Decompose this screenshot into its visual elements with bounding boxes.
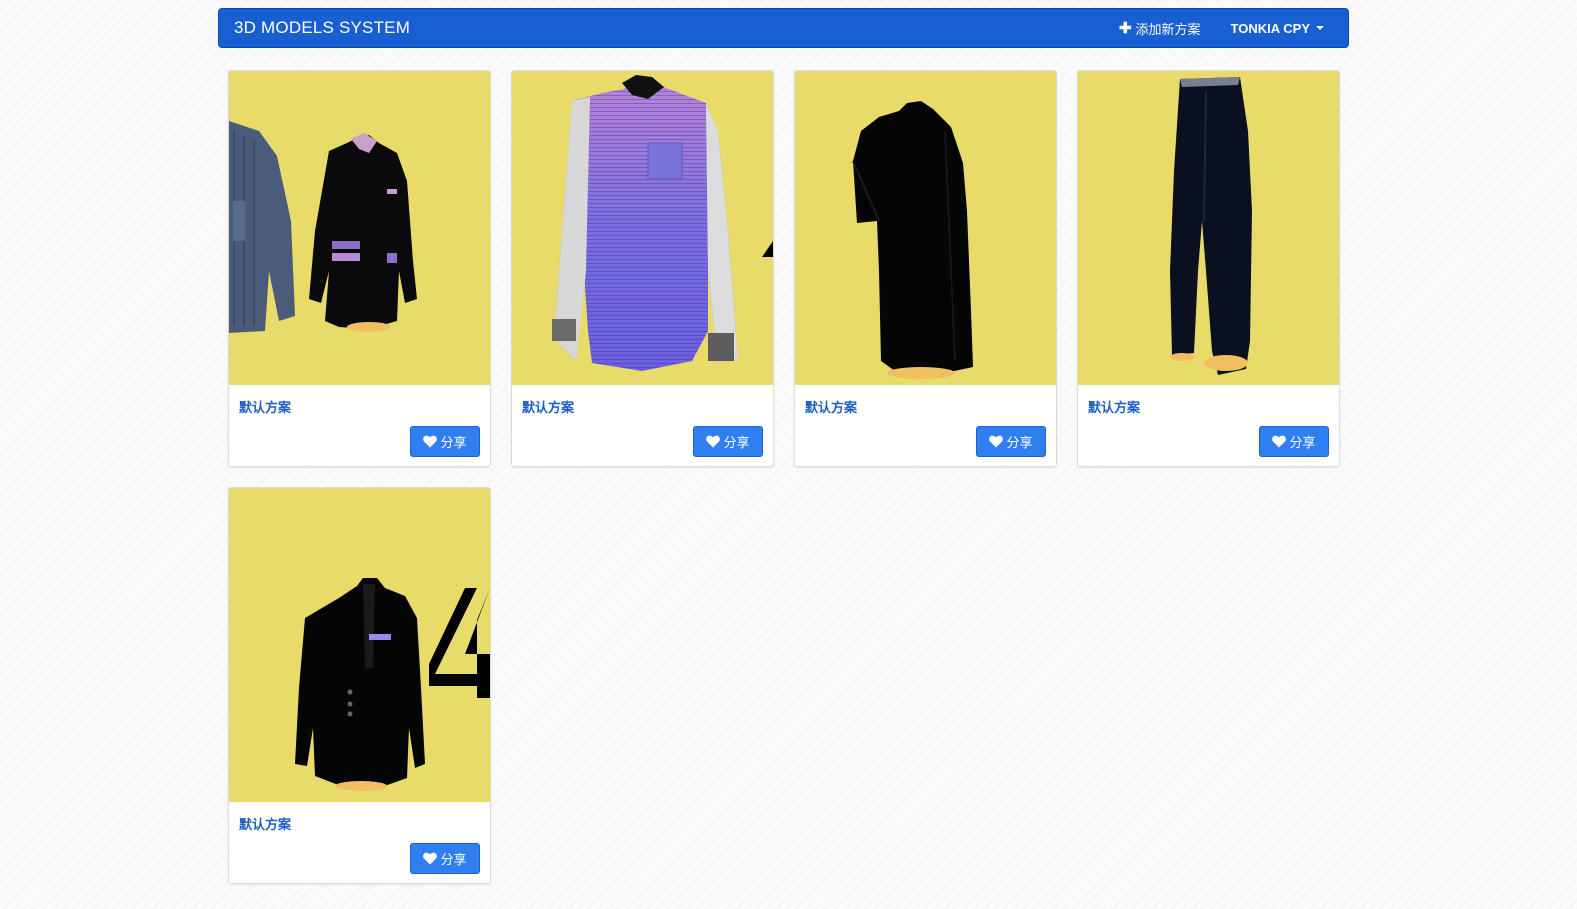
share-label: 分享 <box>723 435 750 450</box>
navbar-actions: ✚ 添加新方案 TONKIA CPY <box>1119 9 1324 47</box>
model-thumbnail[interactable] <box>1078 71 1339 385</box>
brand-title[interactable]: 3D MODELS SYSTEM <box>234 9 410 47</box>
model-thumbnail[interactable] <box>795 71 1056 385</box>
top-navbar: 3D MODELS SYSTEM ✚ 添加新方案 TONKIA CPY <box>218 8 1349 48</box>
card-title[interactable]: 默认方案 <box>1088 397 1140 416</box>
card-title[interactable]: 默认方案 <box>239 814 291 833</box>
user-menu-dropdown[interactable]: TONKIA CPY <box>1231 21 1324 36</box>
striped-shirt-image <box>512 71 773 385</box>
share-button[interactable]: 分享 <box>410 843 480 874</box>
share-button[interactable]: 分享 <box>976 426 1046 457</box>
heart-icon <box>1272 435 1287 448</box>
card-title[interactable]: 默认方案 <box>239 397 291 416</box>
heart-icon <box>989 435 1004 448</box>
share-label: 分享 <box>1289 435 1316 450</box>
card-title[interactable]: 默认方案 <box>805 397 857 416</box>
share-button[interactable]: 分享 <box>1259 426 1329 457</box>
share-button[interactable]: 分享 <box>410 426 480 457</box>
model-card: 默认方案 分享 <box>511 70 774 467</box>
user-name-label: TONKIA CPY <box>1230 20 1310 36</box>
heart-icon <box>706 435 721 448</box>
suit-jacket-with-shirt-image <box>229 71 490 385</box>
model-card: 默认方案 分享 <box>228 70 491 467</box>
share-button[interactable]: 分享 <box>693 426 763 457</box>
heart-icon <box>423 435 438 448</box>
share-label: 分享 <box>440 852 467 867</box>
heart-icon <box>423 852 438 865</box>
share-label: 分享 <box>1006 435 1033 450</box>
card-title[interactable]: 默认方案 <box>522 397 574 416</box>
add-new-plan-label: 添加新方案 <box>1135 21 1201 37</box>
model-thumbnail[interactable] <box>229 488 490 802</box>
caret-down-icon <box>1316 26 1324 30</box>
model-card: 默认方案 分享 <box>794 70 1057 467</box>
black-trousers-image <box>1078 71 1339 385</box>
black-suit-jacket-image <box>229 488 490 802</box>
share-label: 分享 <box>440 435 467 450</box>
add-new-plan-button[interactable]: ✚ 添加新方案 <box>1119 19 1201 38</box>
plus-icon: ✚ <box>1118 19 1132 37</box>
model-thumbnail[interactable] <box>512 71 773 385</box>
model-thumbnail[interactable] <box>229 71 490 385</box>
model-card: 默认方案 分享 <box>1077 70 1340 467</box>
model-card: 默认方案 分享 <box>228 487 491 884</box>
black-shirt-image <box>795 71 1056 385</box>
